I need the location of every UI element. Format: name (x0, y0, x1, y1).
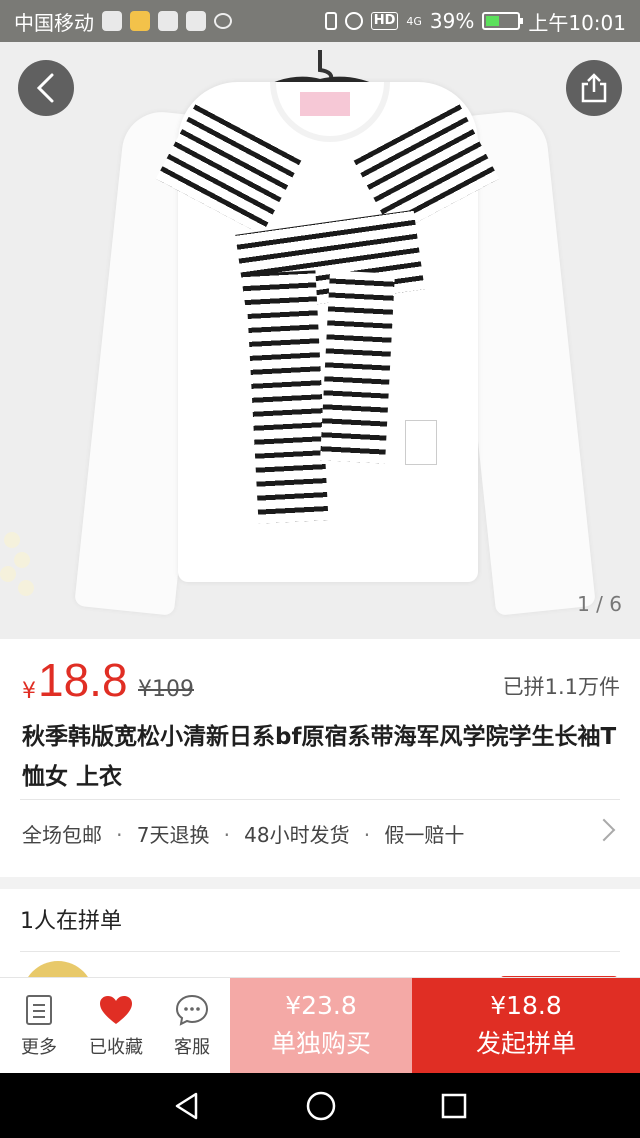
customer-service-label: 客服 (174, 1036, 210, 1058)
status-bar: 中国移动 HD 4G 39% 上午10:01 (0, 0, 640, 42)
promise-48h-shipping: 48小时发货 (244, 823, 350, 847)
weibo-icon (130, 11, 150, 31)
stripe-sweater-image (245, 270, 329, 524)
start-group-buy-button[interactable]: ¥18.8 发起拼单 (412, 978, 640, 1073)
product-image-gallery[interactable]: 1 / 6 (0, 42, 640, 639)
currency-symbol: ¥ (22, 679, 36, 704)
shirt-label-patch (405, 420, 437, 465)
nav-home-icon[interactable] (305, 1090, 337, 1122)
favorite-label: 已收藏 (89, 1036, 143, 1058)
group-buying-title: 1人在拼单 (20, 909, 122, 934)
page-indicator: 1 / 6 (577, 592, 622, 616)
group-buy-price: ¥18.8 (490, 991, 562, 1020)
vibrate-icon (324, 12, 337, 30)
menu-list-icon (22, 993, 56, 1027)
group-price: 18.8 (38, 654, 128, 706)
wechat-icon (214, 13, 232, 29)
section-gap (0, 877, 640, 889)
buy-alone-price: ¥23.8 (285, 991, 357, 1020)
battery-percent: 39% (429, 9, 475, 33)
nav-back-icon[interactable] (172, 1091, 202, 1121)
customer-service-button[interactable]: 客服 (154, 978, 230, 1073)
more-label: 更多 (21, 1036, 57, 1058)
share-button[interactable] (566, 60, 622, 116)
more-button[interactable]: 更多 (0, 978, 78, 1073)
original-price: ¥109 (138, 677, 194, 702)
price-row: ¥ 18.8 ¥109 已拼1.1万件 (20, 653, 620, 713)
promise-7day-return: 7天退换 (136, 823, 210, 847)
video-app-icon (158, 11, 178, 31)
divider (20, 799, 620, 800)
promise-fake-compensation: 假一赔十 (384, 823, 465, 847)
chat-bubble-icon (175, 993, 209, 1027)
clock: 上午10:01 (528, 10, 626, 35)
notification-app-icon (102, 11, 122, 31)
alarm-icon (344, 12, 363, 30)
heart-icon (99, 993, 133, 1027)
shopping-app-icon (186, 11, 206, 31)
stripe-sweater-image (320, 270, 395, 464)
system-navigation-bar (0, 1073, 640, 1138)
buy-alone-button[interactable]: ¥23.8 单独购买 (230, 978, 412, 1073)
carrier-name: 中国移动 (14, 10, 94, 35)
network-type: 4G (406, 14, 422, 28)
flowers-decoration (0, 522, 40, 639)
service-promises[interactable]: 全场包邮 · 7天退换 · 48小时发货 · 假一赔十 (22, 819, 622, 848)
promise-separator: · (363, 823, 371, 847)
nav-recents-icon[interactable] (440, 1092, 468, 1120)
chevron-left-icon (36, 73, 54, 103)
favorite-button[interactable]: 已收藏 (78, 978, 154, 1073)
hd-icon: HD (370, 12, 399, 30)
group-buy-label: 发起拼单 (475, 1029, 576, 1058)
bottom-action-bar: 更多 已收藏 客服 ¥23.8 单独购买 ¥18.8 发起拼单 (0, 977, 640, 1073)
promise-free-shipping: 全场包邮 (22, 823, 102, 847)
sold-count: 已拼1.1万件 (502, 675, 620, 699)
share-icon (581, 73, 607, 103)
promise-separator: · (223, 823, 230, 847)
divider (20, 951, 620, 952)
shirt-tag (300, 92, 350, 116)
promise-separator: · (116, 823, 123, 847)
product-title: 秋季韩版宽松小清新日系bf原宿系带海军风学院学生长袖T恤女 上衣 (22, 724, 617, 790)
back-button[interactable] (18, 60, 74, 116)
battery-icon (482, 12, 524, 30)
buy-alone-label: 单独购买 (270, 1029, 371, 1058)
